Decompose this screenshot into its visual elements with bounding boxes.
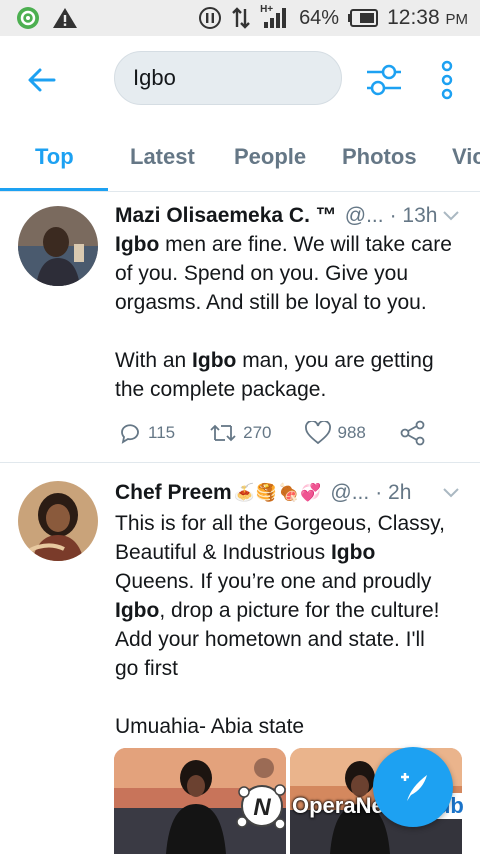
battery-icon: [348, 9, 379, 27]
tweet-text: This is for all the Gorgeous, Classy, Be…: [115, 509, 466, 741]
search-header: Igbo: [0, 36, 480, 126]
reply-icon: [121, 424, 139, 444]
search-input[interactable]: Igbo: [114, 51, 342, 105]
tweet-line: Add your hometown and state. I'll: [115, 625, 466, 654]
overflow-menu-icon[interactable]: [438, 60, 456, 100]
tweet-line: Queens. If you’re one and proudly: [115, 567, 466, 596]
retweet-button[interactable]: 270: [209, 422, 271, 444]
warning-icon: [53, 8, 77, 28]
line-text: This is for all the Gorgeous, Classy,: [115, 512, 445, 535]
reply-count: 115: [148, 423, 176, 442]
status-bar: H+ 64% 12:38 PM: [0, 0, 480, 36]
avatar[interactable]: [18, 481, 98, 561]
tweet-time: · 13h: [389, 204, 438, 227]
highlight-term: Igbo: [115, 233, 160, 256]
clock-ampm: PM: [445, 11, 469, 28]
tweet-line: Igbo, drop a picture for the culture!: [115, 596, 466, 625]
author-name[interactable]: Chef Preem: [115, 481, 232, 505]
line-text: man, you are getting: [236, 349, 434, 372]
search-query: Igbo: [133, 65, 176, 90]
chevron-down-icon[interactable]: [442, 210, 460, 222]
share-button[interactable]: [400, 420, 426, 446]
highlight-term: Igbo: [192, 349, 237, 372]
back-arrow-icon[interactable]: [26, 64, 58, 96]
highlight-term: Igbo: [330, 541, 376, 564]
line-text: of you. Spend on you. Give you: [115, 262, 409, 285]
share-icon: [400, 420, 425, 446]
retweet-count: 270: [243, 423, 272, 442]
tweet-header: Chef Preem 🍝🥞🍖💞 @... · 2h: [115, 481, 460, 505]
line-text: Umuahia- Abia state: [115, 715, 305, 738]
author-name[interactable]: Mazi Olisaemeka C. ™: [115, 204, 337, 228]
line-text: men are fine. We will take care: [159, 233, 452, 256]
tweet-line: [115, 683, 466, 712]
line-text: the complete package.: [115, 378, 327, 401]
app-notification-icon: [17, 7, 39, 29]
line-text: Add your hometown and state. I'll: [115, 628, 425, 651]
author-handle: @...: [344, 204, 384, 227]
clock: 12:38 PM: [387, 6, 468, 30]
tweet-line: the complete package.: [115, 375, 466, 404]
data-saver-icon: [199, 7, 222, 29]
line-text: , drop a picture for the culture!: [159, 599, 440, 622]
filter-sliders-icon[interactable]: [366, 63, 402, 97]
tweet-line: of you. Spend on you. Give you: [115, 259, 466, 288]
like-button[interactable]: 988: [305, 421, 366, 445]
network-signal-icon: H+: [260, 4, 290, 30]
line-text: With an: [115, 349, 193, 372]
tweet-line: Umuahia- Abia state: [115, 712, 466, 741]
highlight-term: Igbo: [115, 599, 160, 622]
tweet-line: go first: [115, 654, 466, 683]
compose-tweet-button[interactable]: [373, 747, 453, 827]
opera-news-logo-icon: N: [236, 784, 286, 830]
line-text: orgasms. And still be loyal to you.: [115, 291, 427, 314]
chevron-down-icon[interactable]: [442, 487, 460, 499]
compose-tweet-icon: [401, 773, 427, 801]
tweet-line: With an Igbo man, you are getting: [115, 346, 466, 375]
search-tabs: Top Latest People Photos Vic: [0, 126, 480, 192]
tab-people[interactable]: People: [234, 144, 306, 170]
tweet-text: Igbo men are fine. We will take care of …: [115, 230, 466, 404]
author-handle: @...: [330, 481, 370, 504]
reply-button[interactable]: 115: [118, 421, 175, 445]
line-text: Queens. If you’re one and proudly: [115, 570, 432, 593]
retweet-icon: [210, 424, 236, 442]
battery-percent: 64%: [299, 6, 340, 29]
tweet-time: · 2h: [375, 481, 412, 504]
tweet-line: Beautiful & Industrious Igbo: [115, 538, 466, 567]
tweet-line: This is for all the Gorgeous, Classy,: [115, 509, 466, 538]
tweet-header: Mazi Olisaemeka C. ™ @... · 13h: [115, 204, 460, 228]
tab-videos[interactable]: Vic: [452, 144, 480, 170]
line-text: Beautiful & Industrious: [115, 541, 331, 564]
data-transfer-icon: [232, 7, 250, 29]
like-count: 988: [337, 423, 366, 442]
svg-text:N: N: [253, 794, 271, 821]
tab-latest[interactable]: Latest: [130, 144, 195, 170]
tab-top[interactable]: Top: [35, 144, 74, 170]
tab-photos[interactable]: Photos: [342, 144, 417, 170]
clock-time: 12:38: [387, 6, 440, 29]
tweet-line: orgasms. And still be loyal to you.: [115, 288, 466, 317]
line-text: go first: [115, 657, 179, 680]
tweet-actions: 115 270 988: [118, 420, 460, 446]
author-name-emoji: 🍝🥞🍖💞: [233, 483, 323, 502]
avatar[interactable]: [18, 206, 98, 286]
like-icon: [305, 421, 332, 445]
tweet-line: Igbo men are fine. We will take care: [115, 230, 466, 259]
tweet-line: [115, 317, 466, 346]
tweet[interactable]: Mazi Olisaemeka C. ™ @... · 13h Igbo men…: [0, 192, 480, 463]
